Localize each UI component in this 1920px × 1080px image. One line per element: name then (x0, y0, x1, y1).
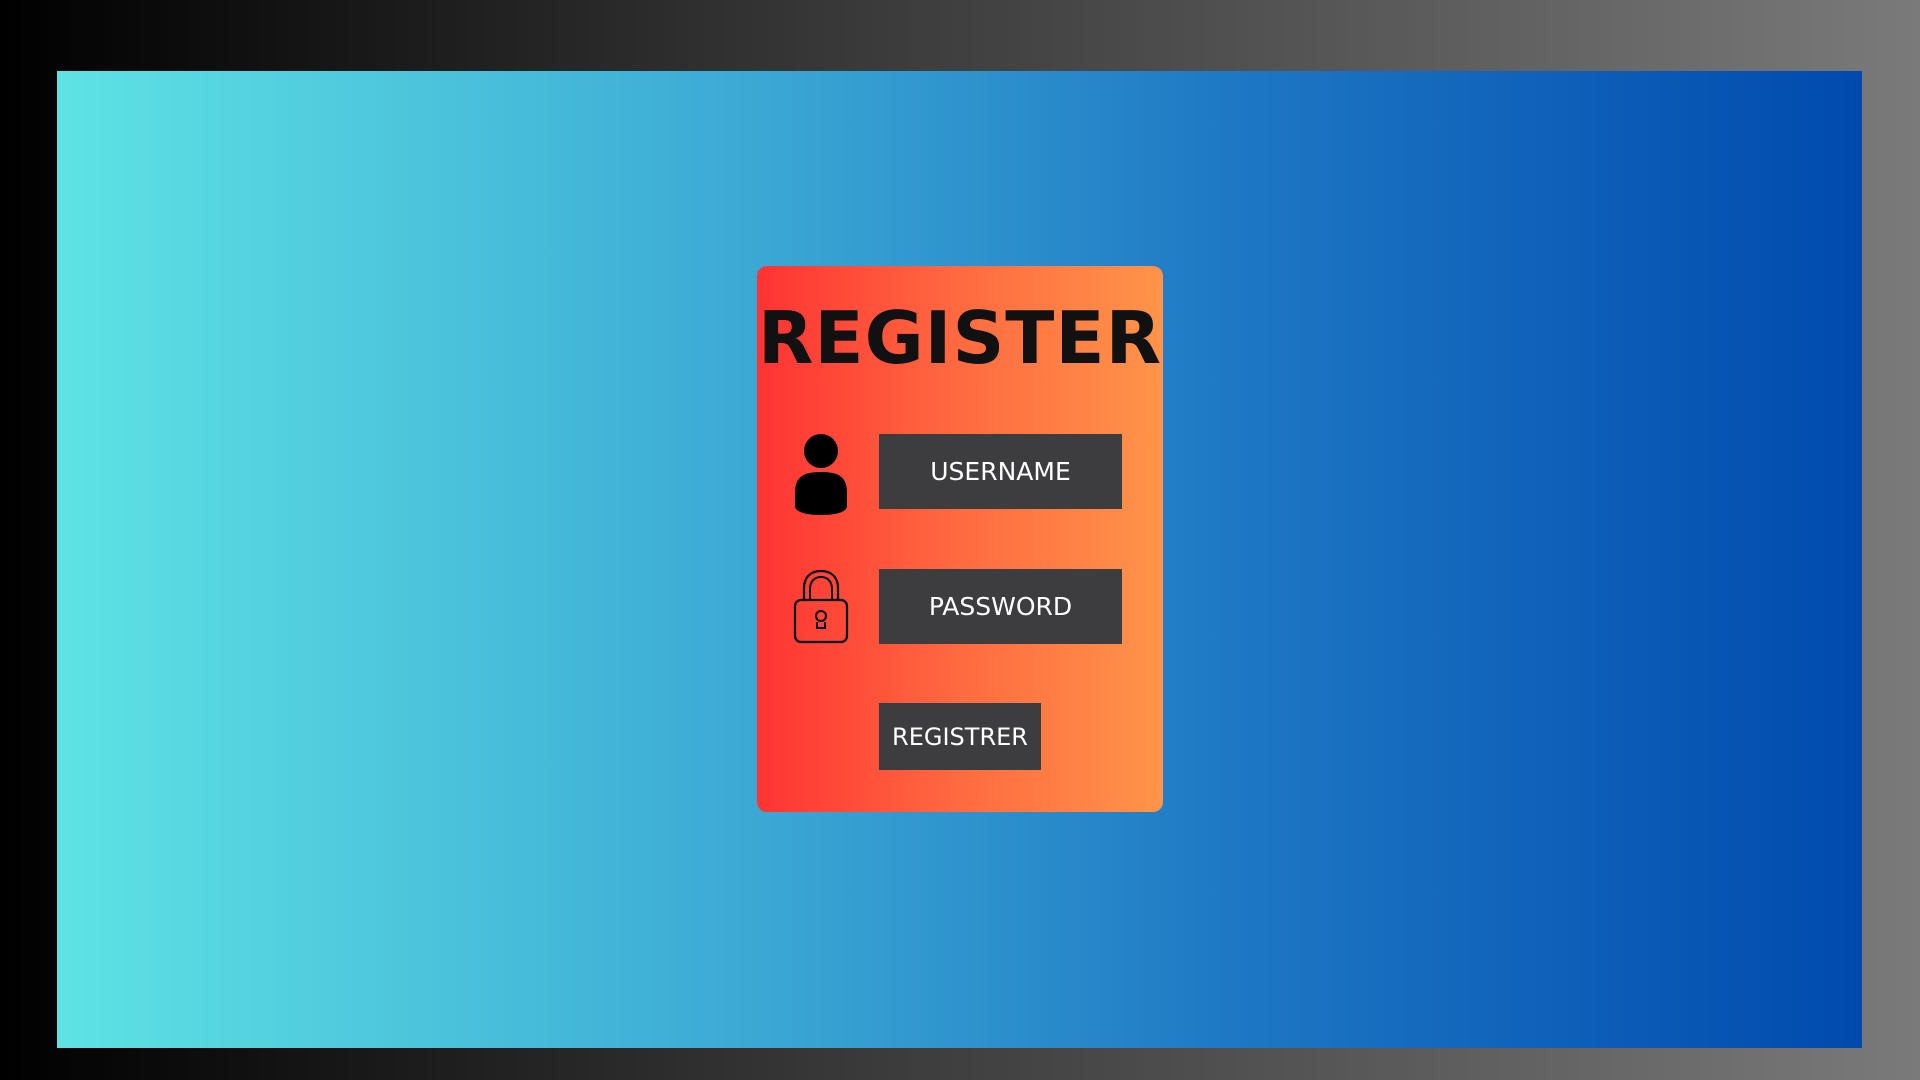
username-field[interactable]: USERNAME (879, 434, 1122, 509)
password-field[interactable]: PASSWORD (879, 569, 1122, 644)
user-icon (789, 430, 853, 520)
register-button[interactable]: REGISTRER (879, 703, 1041, 770)
page-title: REGISTER (757, 296, 1163, 380)
register-card: REGISTER USERNAME PASSWORD REGISTRER (757, 266, 1163, 812)
lock-icon (789, 568, 853, 658)
